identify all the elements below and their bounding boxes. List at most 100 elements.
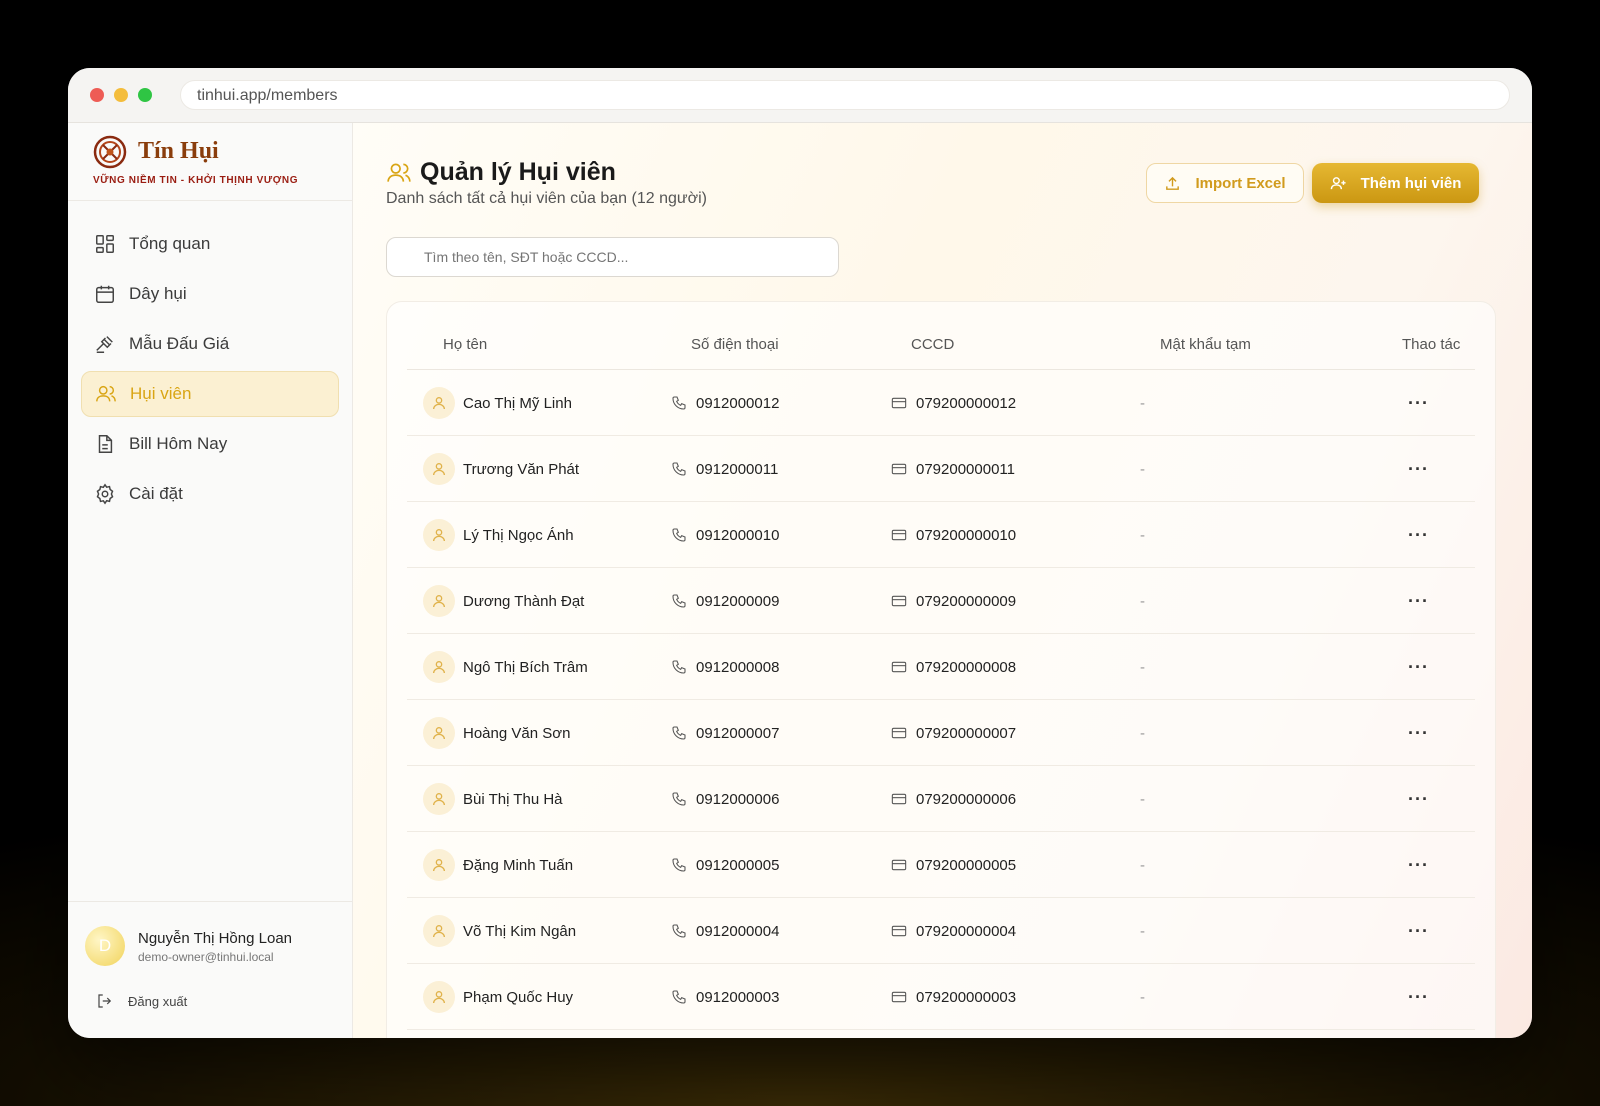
import-excel-button[interactable]: Import Excel	[1146, 163, 1304, 203]
row-actions-button[interactable]: ···	[1408, 634, 1429, 700]
cccd-cell: 079200000010	[891, 502, 1016, 568]
member-cccd: 079200000007	[916, 724, 1017, 742]
cccd-cell: 079200000006	[891, 766, 1016, 832]
member-cccd: 079200000009	[916, 592, 1017, 610]
member-name-cell: Cao Thị Mỹ Linh	[423, 370, 572, 436]
member-avatar	[423, 717, 455, 749]
id-card-icon	[891, 659, 916, 675]
member-name-cell: Võ Thị Kim Ngân	[423, 898, 576, 964]
sidebar-item-label: Cài đặt	[129, 484, 183, 503]
member-avatar	[423, 981, 455, 1013]
table-row[interactable]: Ngô Thị Bích Trâm 0912000008 079200000008 -…	[407, 634, 1475, 700]
member-phone: 0912000006	[696, 790, 780, 808]
row-actions-button[interactable]: ···	[1408, 898, 1429, 964]
row-actions-button[interactable]: ···	[1408, 964, 1429, 1030]
phone-icon	[671, 989, 696, 1005]
phone-icon	[671, 527, 696, 543]
phone-cell: 0912000008	[671, 634, 779, 700]
sidebar-item-settings[interactable]: Cài đặt	[81, 471, 339, 517]
member-phone: 0912000008	[696, 658, 780, 676]
sidebar-item-label: Bill Hôm Nay	[129, 434, 228, 453]
cccd-cell: 079200000007	[891, 700, 1016, 766]
row-actions-button[interactable]: ···	[1408, 568, 1429, 634]
table-row[interactable]: Trương Văn Phát 0912000011 079200000011 - ··…	[407, 436, 1475, 502]
phone-icon	[671, 593, 696, 609]
column-header-name: Họ tên	[443, 336, 488, 353]
phone-icon	[671, 725, 696, 741]
add-user-icon	[1330, 176, 1346, 189]
sidebar-item-label: Tổng quan	[129, 234, 211, 253]
add-member-label: Thêm hụi viên	[1360, 174, 1462, 192]
table-row[interactable]: Lý Thị Ngọc Ánh 0912000010 079200000010 - ··…	[407, 502, 1475, 568]
phone-cell: 0912000009	[671, 568, 779, 634]
row-actions-button[interactable]: ···	[1408, 436, 1429, 502]
sidebar-nav: Tổng quan Dây hụi Mẫu Đấu Giá Hụi viên B…	[68, 201, 352, 517]
id-card-icon	[891, 461, 916, 477]
logout-button[interactable]: Đăng xuất	[96, 992, 187, 1010]
cccd-cell: 079200000012	[891, 370, 1016, 436]
phone-cell: 0912000005	[671, 832, 779, 898]
phone-icon	[671, 461, 696, 477]
row-actions-button[interactable]: ···	[1408, 832, 1429, 898]
table-row[interactable]: Đặng Minh Tuấn 0912000005 079200000005 - ···	[407, 832, 1475, 898]
sidebar-item-overview[interactable]: Tổng quan	[81, 221, 339, 267]
id-card-icon	[891, 725, 916, 741]
temp-password-cell: -	[1140, 394, 1145, 412]
document-icon	[94, 433, 116, 455]
row-actions-button[interactable]: ···	[1408, 502, 1429, 568]
title-bar: tinhui.app/members	[68, 68, 1532, 123]
member-name: Ngô Thị Bích Trâm	[463, 658, 588, 676]
address-bar[interactable]: tinhui.app/members	[180, 80, 1510, 110]
sidebar-item-bill-today[interactable]: Bill Hôm Nay	[81, 421, 339, 467]
id-card-icon	[891, 923, 916, 939]
id-card-icon	[891, 857, 916, 873]
column-header-temp-password: Mật khẩu tạm	[1160, 336, 1251, 353]
table-row[interactable]: Bùi Thị Thu Hà 0912000006 079200000006 - ···	[407, 766, 1475, 832]
table-row[interactable]: Võ Thị Kim Ngân 0912000004 079200000004 - ··…	[407, 898, 1475, 964]
phone-cell: 0912000007	[671, 700, 779, 766]
row-actions-button[interactable]: ···	[1408, 766, 1429, 832]
phone-icon	[671, 659, 696, 675]
phone-cell: 0912000006	[671, 766, 779, 832]
main-content: Quản lý Hụi viên Danh sách tất cả hụi vi…	[353, 123, 1532, 1038]
member-cccd: 079200000003	[916, 988, 1017, 1006]
table-row[interactable]: Cao Thị Mỹ Linh 0912000012 079200000012 - ··…	[407, 370, 1475, 436]
member-avatar	[423, 387, 455, 419]
temp-password-cell: -	[1140, 988, 1145, 1006]
sidebar-item-members[interactable]: Hụi viên	[81, 371, 339, 417]
member-name-cell: Dương Thành Đạt	[423, 568, 584, 634]
member-phone: 0912000005	[696, 856, 780, 874]
temp-password-cell: -	[1140, 592, 1145, 610]
row-actions-button[interactable]: ···	[1408, 700, 1429, 766]
temp-password-cell: -	[1140, 922, 1145, 940]
add-member-button[interactable]: Thêm hụi viên	[1312, 163, 1479, 203]
gear-icon	[94, 483, 116, 505]
sidebar-item-label: Mẫu Đấu Giá	[129, 334, 230, 353]
table-row[interactable]: Phạm Quốc Huy 0912000003 079200000003 - ···	[407, 964, 1475, 1030]
table-row[interactable]: Hoàng Văn Sơn 0912000007 079200000007 - ···	[407, 700, 1475, 766]
brand: Tín Hụi VỮNG NIỀM TIN - KHỞI THỊNH VƯỢNG	[68, 123, 352, 201]
member-name: Phạm Quốc Huy	[463, 988, 574, 1006]
member-name: Hoàng Văn Sơn	[463, 724, 571, 742]
close-window-button[interactable]	[90, 88, 104, 102]
member-name-cell: Lý Thị Ngọc Ánh	[423, 502, 574, 568]
id-card-icon	[891, 791, 916, 807]
search-input[interactable]	[386, 237, 839, 277]
member-cccd: 079200000012	[916, 394, 1017, 412]
minimize-window-button[interactable]	[114, 88, 128, 102]
import-excel-label: Import Excel	[1195, 174, 1286, 192]
id-card-icon	[891, 593, 916, 609]
brand-name: Tín Hụi	[138, 138, 219, 164]
member-phone: 0912000004	[696, 922, 780, 940]
maximize-window-button[interactable]	[138, 88, 152, 102]
member-cccd: 079200000008	[916, 658, 1017, 676]
user-name: Nguyễn Thị Hồng Loan	[138, 930, 292, 947]
row-actions-button[interactable]: ···	[1408, 370, 1429, 436]
id-card-icon	[891, 527, 916, 543]
sidebar-item-hui-lines[interactable]: Dây hụi	[81, 271, 339, 317]
phone-cell: 0912000003	[671, 964, 779, 1030]
id-card-icon	[891, 395, 916, 411]
table-row[interactable]: Dương Thành Đạt 0912000009 079200000009 - ··…	[407, 568, 1475, 634]
member-avatar	[423, 915, 455, 947]
sidebar-item-auction-templates[interactable]: Mẫu Đấu Giá	[81, 321, 339, 367]
